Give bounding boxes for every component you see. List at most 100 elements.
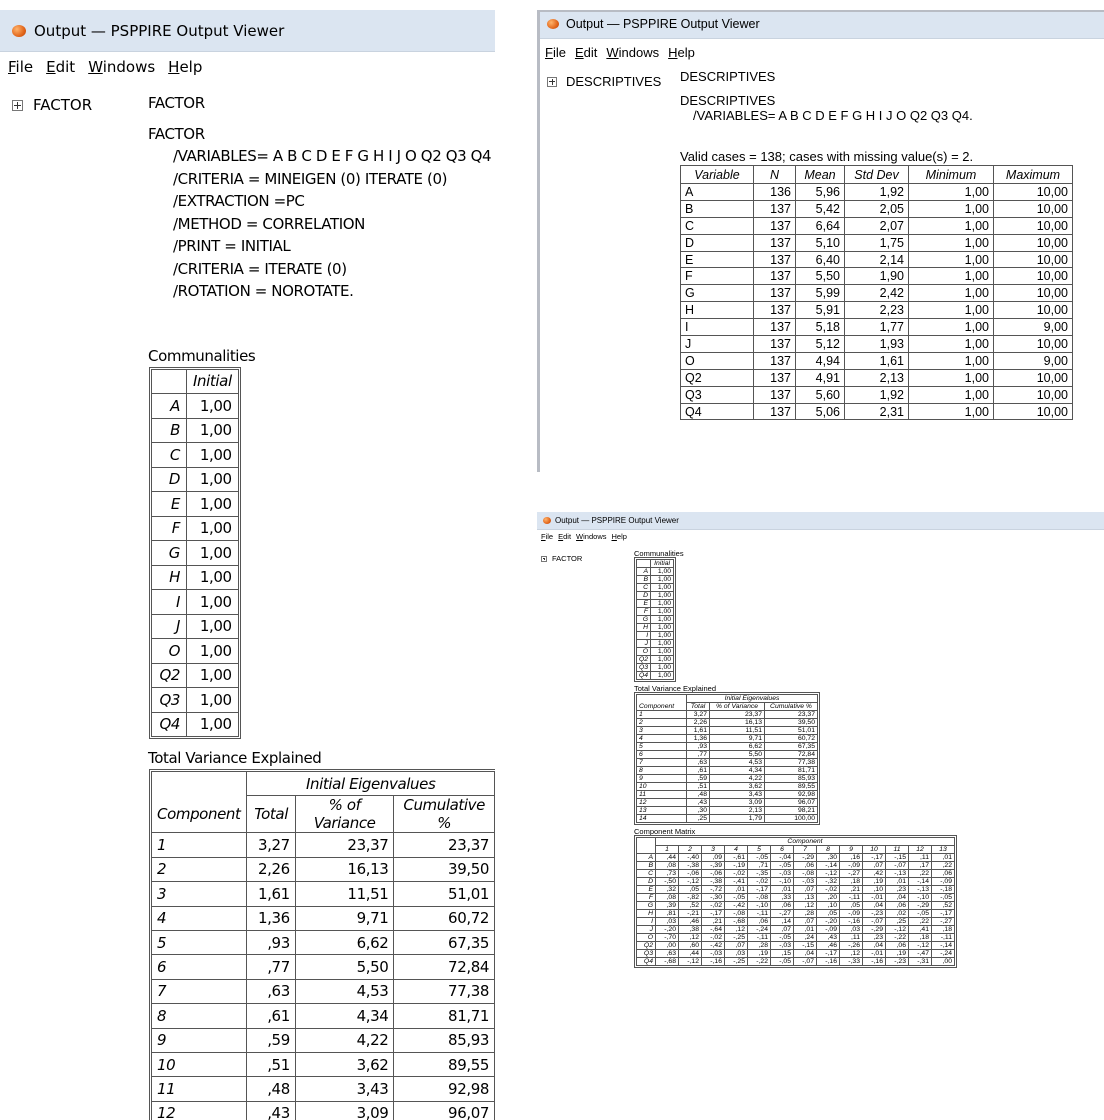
value-cell: -,03 (770, 941, 794, 950)
output-tree-item[interactable]: FACTOR (12, 96, 92, 114)
group-header: Component (655, 837, 955, 846)
value-cell: ,61 (686, 766, 710, 775)
table-row: 4 1,36 9,71 60,72 (150, 905, 495, 931)
table-row: I 1,00 (151, 589, 239, 615)
value-cell: ,06 (931, 869, 955, 878)
row-label: 14 (636, 814, 687, 823)
menu-edit[interactable]: Edit (558, 532, 571, 541)
value-cell: ,18 (839, 877, 863, 886)
table-row: O 137 4,94 1,61 1,00 9,00 (680, 351, 1073, 370)
value-cell: ,48 (246, 1076, 296, 1102)
expand-icon[interactable] (541, 555, 547, 562)
table-row: Q2 137 4,91 2,13 1,00 10,00 (680, 368, 1073, 387)
value-cell: -,38 (701, 877, 725, 886)
row-label: F (635, 607, 652, 616)
menu-edit[interactable]: Edit (46, 58, 75, 76)
value-cell: -,22 (747, 957, 771, 966)
value-cell: ,22 (931, 861, 955, 870)
table-row: B 1,00 (151, 417, 239, 443)
menu-help[interactable]: Help (168, 58, 202, 76)
value-cell: ,01 (770, 885, 794, 894)
value-cell: 137 (753, 318, 796, 337)
col-header: Maximum (993, 165, 1073, 184)
row-label: 4 (636, 734, 687, 743)
output-tree-item[interactable]: DESCRIPTIVES (547, 74, 661, 89)
table-row: 1 3,27 23,37 23,37 (150, 832, 495, 858)
value-cell: ,32 (655, 885, 679, 894)
tve-title: Total Variance Explained (148, 749, 322, 767)
expand-icon[interactable] (547, 76, 557, 87)
row-label: Q2 (680, 368, 754, 387)
value-cell: 10,00 (993, 284, 1073, 303)
value-cell: 1,00 (186, 466, 239, 492)
table-row: E 1,00 (635, 599, 675, 608)
table-row: I ,03,46,21 -,68,06,14,07 -,20 -,16 -,07,25,2… (636, 917, 955, 926)
value-cell: 137 (753, 351, 796, 370)
row-label: G (636, 901, 656, 910)
table-row: O 1,00 (151, 638, 239, 664)
value-cell: -,05 (770, 861, 794, 870)
value-cell: 4,53 (294, 978, 395, 1005)
value-cell: ,19 (885, 949, 909, 958)
col-header: 12 (908, 845, 932, 854)
value-cell: 1,36 (686, 734, 710, 743)
value-cell: ,07 (793, 917, 817, 926)
value-cell: 1,00 (650, 607, 675, 616)
table-row: C 1,00 (151, 442, 239, 468)
table-row: H ,81 -,21 -,17 -,08 -,11 -,27,28,05 -,09 -,23,0… (636, 909, 955, 918)
title-bar[interactable]: Output — PSPPIRE Output Viewer (537, 512, 1104, 530)
col-header: N (753, 165, 796, 184)
menu-windows[interactable]: Windows (576, 532, 606, 541)
menu-help[interactable]: Help (612, 532, 627, 541)
value-cell: -,06 (678, 869, 702, 878)
menu-help[interactable]: Help (668, 45, 695, 60)
value-cell: 137 (753, 233, 796, 252)
value-cell: 1,00 (908, 301, 994, 320)
value-cell: 6,62 (709, 742, 765, 751)
menu-file[interactable]: File (545, 45, 566, 60)
table-row: 7,63 4,53 77,38 (150, 978, 495, 1005)
value-cell: 1,00 (908, 250, 994, 269)
value-cell: 1,00 (650, 591, 675, 600)
value-cell: -,02 (701, 933, 725, 942)
menu-file[interactable]: File (8, 58, 33, 76)
value-cell: 10,00 (993, 301, 1073, 320)
value-cell: ,63 (246, 978, 296, 1005)
value-cell: -,03 (770, 869, 794, 878)
value-cell: -,17 (862, 853, 886, 862)
row-label: Q3 (151, 687, 187, 713)
menu-windows[interactable]: Windows (606, 45, 659, 60)
menu-edit[interactable]: Edit (575, 45, 597, 60)
value-cell: 2,26 (246, 856, 296, 883)
psppire-app-icon (547, 19, 559, 29)
value-cell: 5,42 (795, 199, 845, 218)
table-row: C 1,00 (635, 583, 675, 592)
value-cell: ,41 (908, 925, 932, 934)
output-tree-item[interactable]: FACTOR (541, 554, 582, 563)
value-cell: 1,00 (908, 267, 994, 286)
value-cell: 1,00 (186, 442, 239, 468)
value-cell: -,09 (839, 909, 863, 918)
menu-windows[interactable]: Windows (88, 58, 155, 76)
value-cell: ,06 (885, 941, 909, 950)
expand-icon[interactable] (12, 99, 23, 111)
table-row: G 1,00 (635, 615, 675, 624)
col-header: 7 (793, 845, 817, 854)
value-cell: ,16 (839, 853, 863, 862)
menu-file[interactable]: File (541, 532, 553, 541)
value-cell: -,47 (908, 949, 932, 958)
title-bar[interactable]: Output — PSPPIRE Output Viewer (0, 10, 495, 52)
value-cell: -,16 (839, 917, 863, 926)
value-cell: 1,77 (844, 318, 909, 337)
row-label: 11 (636, 790, 687, 799)
table-row: E ,32,05 -,72,01 -,17,01,07 -,02,21,10,23 -,1… (636, 885, 955, 894)
title-bar[interactable]: Output — PSPPIRE Output Viewer (537, 10, 1104, 39)
row-label: Q4 (635, 671, 652, 680)
row-label: B (636, 861, 656, 870)
value-cell: -,10 (770, 877, 794, 886)
value-cell: 137 (753, 250, 796, 269)
value-cell: 3,43 (709, 790, 765, 799)
value-cell: ,08 (655, 861, 679, 870)
value-cell: -,24 (747, 925, 771, 934)
value-cell: -,08 (724, 909, 748, 918)
